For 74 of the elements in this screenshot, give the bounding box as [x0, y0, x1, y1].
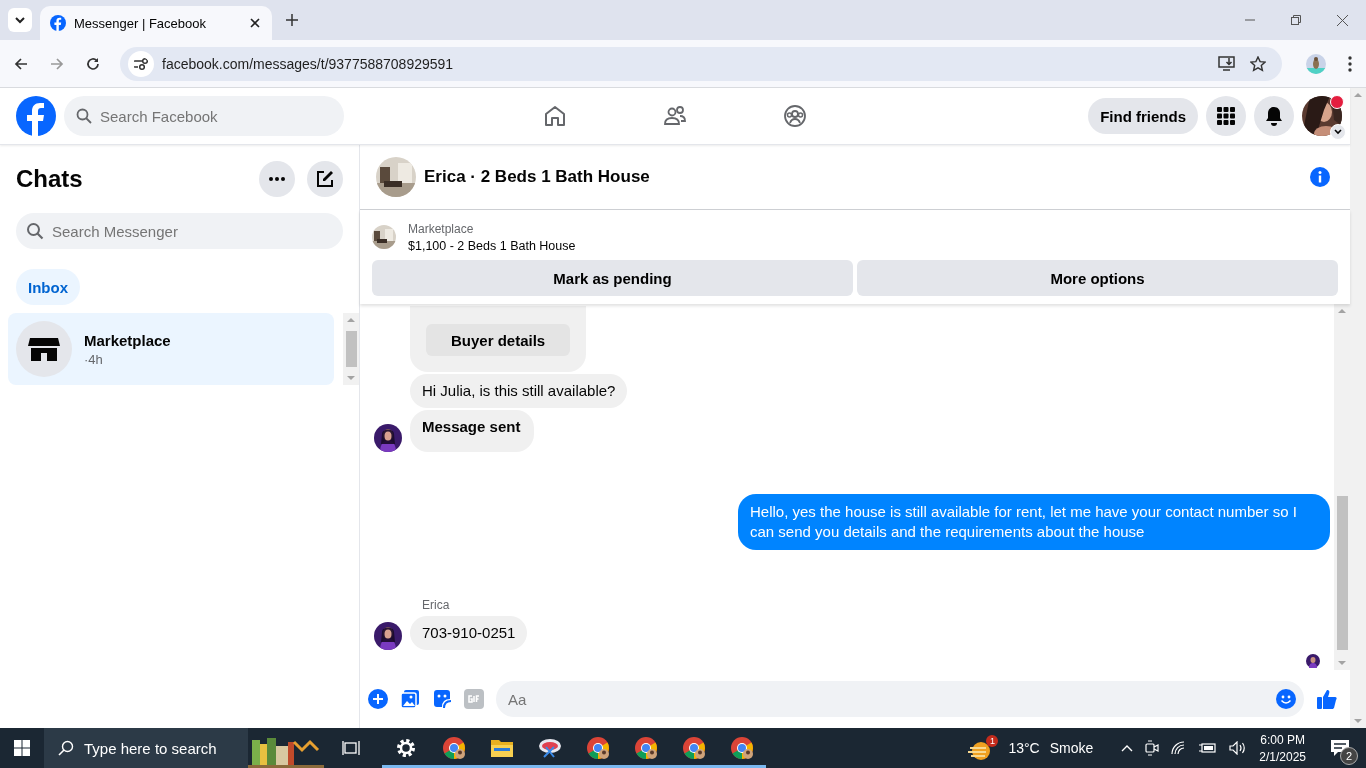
emoji-icon[interactable]: [1276, 689, 1296, 709]
new-tab-icon[interactable]: [286, 14, 298, 26]
sticker-icon[interactable]: [432, 689, 452, 709]
listing-title[interactable]: $1,100 - 2 Beds 1 Bath House: [408, 238, 576, 253]
marketplace-icon: [16, 321, 72, 377]
back-icon[interactable]: [14, 56, 28, 71]
buyer-details-button[interactable]: Buyer details: [426, 324, 571, 356]
chat-name: Marketplace: [84, 331, 171, 349]
notification-badge: 1: [986, 735, 999, 747]
search-icon: [58, 740, 74, 756]
listing-source: Marketplace: [408, 221, 475, 236]
task-view-icon[interactable]: [342, 740, 360, 756]
bell-icon: [1264, 106, 1284, 126]
message-bubble: Message sent: [410, 410, 535, 452]
inbox-tab[interactable]: Inbox: [16, 269, 80, 305]
reload-icon[interactable]: [86, 56, 100, 71]
more-options-button[interactable]: [259, 161, 295, 197]
sender-name: Erica: [421, 598, 450, 612]
address-bar[interactable]: facebook.com/messages/t/9377588708929591: [120, 46, 1282, 81]
home-icon[interactable]: [543, 104, 567, 128]
menu-button[interactable]: [1206, 96, 1246, 136]
chats-heading: Chats: [16, 165, 84, 193]
thumbs-up-icon[interactable]: [1316, 688, 1338, 710]
search-field[interactable]: Search Messenger: [16, 213, 343, 249]
plus-icon[interactable]: [368, 689, 388, 709]
facebook-logo-icon[interactable]: [16, 96, 56, 136]
message-bubble: Hello, yes the house is still available for rent, let me have your contact number so I can send you details and the requirements about the house: [738, 494, 1330, 550]
friends-icon[interactable]: [663, 104, 687, 128]
photo-icon[interactable]: [400, 689, 420, 709]
search-icon: [76, 108, 92, 124]
forward-icon[interactable]: [50, 56, 64, 71]
notifications-button[interactable]: [1254, 96, 1294, 136]
camera-icon[interactable]: [1145, 740, 1160, 756]
chevron-down-icon: [14, 14, 26, 26]
message-bubble: Hi Julia, is this still available?: [410, 374, 628, 408]
weather-condition-text: Smoke: [1049, 740, 1094, 756]
time-text: 6:00 PM: [1260, 732, 1305, 747]
temperature-text: 13°C: [1008, 740, 1040, 756]
url-text: facebook.com/messages/t/9377588708929591: [162, 55, 454, 72]
browser-tab[interactable]: Messenger | Facebook: [40, 6, 272, 40]
install-app-icon[interactable]: [1218, 55, 1236, 72]
find-friends-button[interactable]: Find friends: [1088, 98, 1198, 134]
account-caret-icon[interactable]: [1330, 124, 1346, 140]
restore-icon[interactable]: [1291, 15, 1301, 25]
conversation-title[interactable]: Erica · 2 Beds 1 Bath House: [424, 167, 650, 187]
chevron-up-icon[interactable]: [1121, 744, 1134, 752]
mark-as-pending-button[interactable]: Mark as pending: [372, 260, 853, 296]
tab-search-button[interactable]: [8, 8, 32, 32]
facebook-logo-icon: [50, 15, 66, 31]
notification-count: 2: [1340, 747, 1358, 765]
message-field[interactable]: Aa: [496, 681, 1304, 717]
windows-start-icon[interactable]: [14, 740, 30, 756]
search-field[interactable]: Search Facebook: [64, 96, 344, 136]
star-icon[interactable]: [1250, 55, 1266, 72]
chat-item[interactable]: Marketplace ·4h: [8, 313, 334, 385]
site-settings-icon[interactable]: [128, 50, 154, 77]
tab-title: Messenger | Facebook: [74, 15, 207, 31]
more-options-button[interactable]: More options: [857, 260, 1338, 296]
speaker-icon[interactable]: [1229, 741, 1248, 755]
close-icon[interactable]: [250, 18, 260, 28]
battery-icon[interactable]: [1199, 742, 1218, 754]
info-icon[interactable]: [1310, 167, 1330, 187]
compose-icon: [316, 170, 334, 188]
new-message-button[interactable]: [307, 161, 343, 197]
grid-icon: [1216, 106, 1236, 126]
search-icon: [26, 222, 44, 240]
taskbar-search-field[interactable]: Type here to search: [44, 728, 248, 768]
message-bubble: 703-910-0251: [410, 616, 528, 650]
menu-icon[interactable]: [1348, 55, 1352, 72]
clock[interactable]: 6:00 PM 2/1/2025: [1259, 732, 1306, 764]
groups-icon[interactable]: [783, 104, 807, 128]
date-text: 2/1/2025: [1259, 749, 1306, 764]
chat-time: ·4h: [84, 351, 104, 367]
more-icon: [269, 177, 285, 181]
